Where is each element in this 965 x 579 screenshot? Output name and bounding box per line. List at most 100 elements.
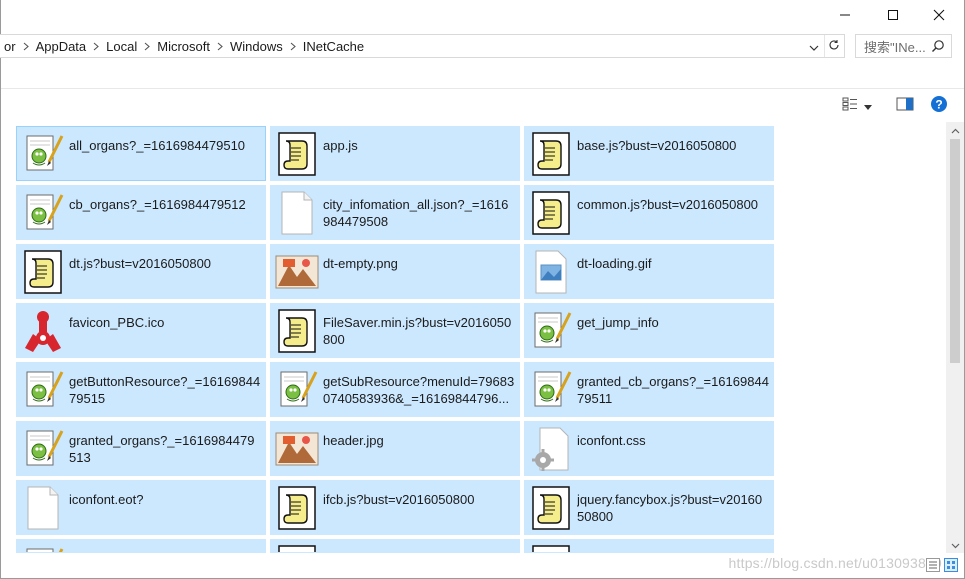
css-file-icon	[525, 422, 577, 475]
details-view-icon[interactable]	[926, 558, 940, 575]
file-item[interactable]: favicon_PBC.ico	[16, 303, 266, 358]
file-name: cb_organs?_=1616984479512	[69, 197, 246, 212]
script-scroll-icon	[271, 304, 323, 357]
scroll-up-icon	[951, 128, 959, 133]
file-name: header.jpg	[323, 433, 384, 448]
maximize-button[interactable]	[870, 0, 916, 30]
script-scroll-icon	[525, 481, 577, 534]
file-name: get_jump_info	[577, 315, 659, 330]
file-item[interactable]: FileSaver.min.js?bust=v2016050800	[270, 303, 520, 358]
breadcrumb-separator-icon[interactable]	[287, 42, 299, 51]
breadcrumb-item[interactable]: Microsoft	[153, 39, 214, 54]
explorer-window: or AppData Local Microsoft Windows INetCache …	[0, 0, 965, 579]
file-item[interactable]: get_jump_info	[524, 303, 774, 358]
search-icon	[931, 39, 945, 56]
file-item[interactable]: all_organs?_=1616984479510	[16, 126, 266, 181]
breadcrumb-separator-icon[interactable]	[141, 42, 153, 51]
notepad-plus-plus-icon	[17, 363, 69, 416]
script-scroll-icon	[525, 127, 577, 180]
help-button[interactable]: ?	[930, 95, 948, 113]
view-options-icon	[842, 97, 858, 114]
scrollbar-thumb[interactable]	[950, 139, 960, 363]
file-item[interactable]	[270, 539, 520, 553]
maximize-icon	[887, 9, 899, 21]
file-name: jquery.mousewheel-3.0.6.pack.js	[69, 540, 261, 552]
notepad-plus-plus-icon	[17, 540, 69, 552]
file-item[interactable]: granted_cb_organs?_=1616984479511	[524, 362, 774, 417]
chevron-down-icon	[809, 39, 819, 54]
file-item[interactable]: iconfont.eot?	[16, 480, 266, 535]
view-switcher	[926, 558, 958, 575]
image-file-icon	[271, 245, 323, 298]
preview-pane-button[interactable]	[896, 96, 914, 114]
close-button[interactable]	[916, 0, 962, 30]
file-name: granted_cb_organs?_=1616984479511	[577, 374, 769, 406]
file-name: base.js?bust=v2016050800	[577, 138, 737, 153]
file-item[interactable]: dt.js?bust=v2016050800	[16, 244, 266, 299]
minimize-button[interactable]	[822, 0, 868, 30]
file-grid: all_organs?_=1616984479510 app.js base.js?…	[16, 126, 774, 553]
vertical-scrollbar[interactable]	[946, 122, 964, 554]
file-name: jquery-1.12.1.min.js?bust=v2016	[577, 540, 769, 552]
breadcrumb-item[interactable]: Windows	[226, 39, 287, 54]
address-row: or AppData Local Microsoft Windows INetCache …	[0, 34, 964, 60]
file-name: app.js	[323, 138, 358, 153]
refresh-icon	[828, 39, 840, 54]
file-item[interactable]: getButtonResource?_=1616984479515	[16, 362, 266, 417]
command-bar: ?	[1, 88, 964, 121]
file-list-area: all_organs?_=1616984479510 app.js base.js?…	[1, 122, 947, 554]
address-dropdown-button[interactable]	[806, 35, 822, 57]
file-name: iconfont.eot?	[69, 492, 144, 507]
watermark-text: https://blog.csdn.net/u013093859	[728, 555, 942, 571]
script-scroll-icon	[525, 540, 577, 552]
large-icons-view-icon[interactable]	[944, 558, 958, 575]
title-bar	[1, 0, 964, 32]
breadcrumb-item[interactable]: AppData	[32, 39, 91, 54]
file-name: granted_organs?_=1616984479513	[69, 433, 255, 465]
status-bar: https://blog.csdn.net/u013093859	[1, 553, 964, 578]
view-options-button[interactable]	[842, 96, 878, 114]
favicon-pbc-icon	[17, 304, 69, 357]
file-item[interactable]: app.js	[270, 126, 520, 181]
file-item[interactable]: granted_organs?_=1616984479513	[16, 421, 266, 476]
search-input[interactable]: 搜索"INe...	[855, 34, 952, 58]
file-item[interactable]: jquery-1.12.1.min.js?bust=v2016	[524, 539, 774, 553]
file-name: city_infomation_all.json?_=1616984479508	[323, 197, 509, 229]
breadcrumb-separator-icon[interactable]	[90, 42, 102, 51]
breadcrumb-separator-icon[interactable]	[214, 42, 226, 51]
blank-file-icon	[271, 186, 323, 239]
view-options-dropdown-icon	[864, 98, 872, 113]
scroll-up-button[interactable]	[946, 122, 964, 139]
script-scroll-icon	[525, 186, 577, 239]
preview-pane-icon	[896, 97, 914, 115]
script-scroll-icon	[271, 540, 323, 552]
scroll-down-icon	[951, 543, 959, 548]
breadcrumb-item[interactable]: INetCache	[299, 39, 368, 54]
file-item[interactable]: getSubResource?menuId=796830740583936&_=…	[270, 362, 520, 417]
file-name: favicon_PBC.ico	[69, 315, 165, 330]
file-item[interactable]: jquery.mousewheel-3.0.6.pack.js	[16, 539, 266, 553]
file-name: dt-loading.gif	[577, 256, 652, 271]
file-item[interactable]: dt-empty.png	[270, 244, 520, 299]
notepad-plus-plus-icon	[17, 422, 69, 475]
file-item[interactable]: jquery.fancybox.js?bust=v2016050800	[524, 480, 774, 535]
file-item[interactable]: ifcb.js?bust=v2016050800	[270, 480, 520, 535]
file-item[interactable]: header.jpg	[270, 421, 520, 476]
svg-text:?: ?	[935, 98, 942, 112]
scroll-down-button[interactable]	[946, 537, 964, 554]
file-item[interactable]: common.js?bust=v2016050800	[524, 185, 774, 240]
file-item[interactable]: base.js?bust=v2016050800	[524, 126, 774, 181]
file-item[interactable]: city_infomation_all.json?_=1616984479508	[270, 185, 520, 240]
refresh-button[interactable]	[824, 35, 842, 57]
file-item[interactable]: dt-loading.gif	[524, 244, 774, 299]
search-placeholder: 搜索"INe...	[864, 39, 926, 55]
address-bar[interactable]: or AppData Local Microsoft Windows INetCache	[0, 34, 845, 58]
breadcrumb-separator-icon[interactable]	[20, 42, 32, 51]
file-item[interactable]: iconfont.css	[524, 421, 774, 476]
breadcrumb-item[interactable]: or	[0, 39, 20, 54]
minimize-icon	[839, 9, 851, 21]
file-name: getButtonResource?_=1616984479515	[69, 374, 261, 406]
notepad-plus-plus-icon	[17, 127, 69, 180]
breadcrumb-item[interactable]: Local	[102, 39, 141, 54]
file-item[interactable]: cb_organs?_=1616984479512	[16, 185, 266, 240]
